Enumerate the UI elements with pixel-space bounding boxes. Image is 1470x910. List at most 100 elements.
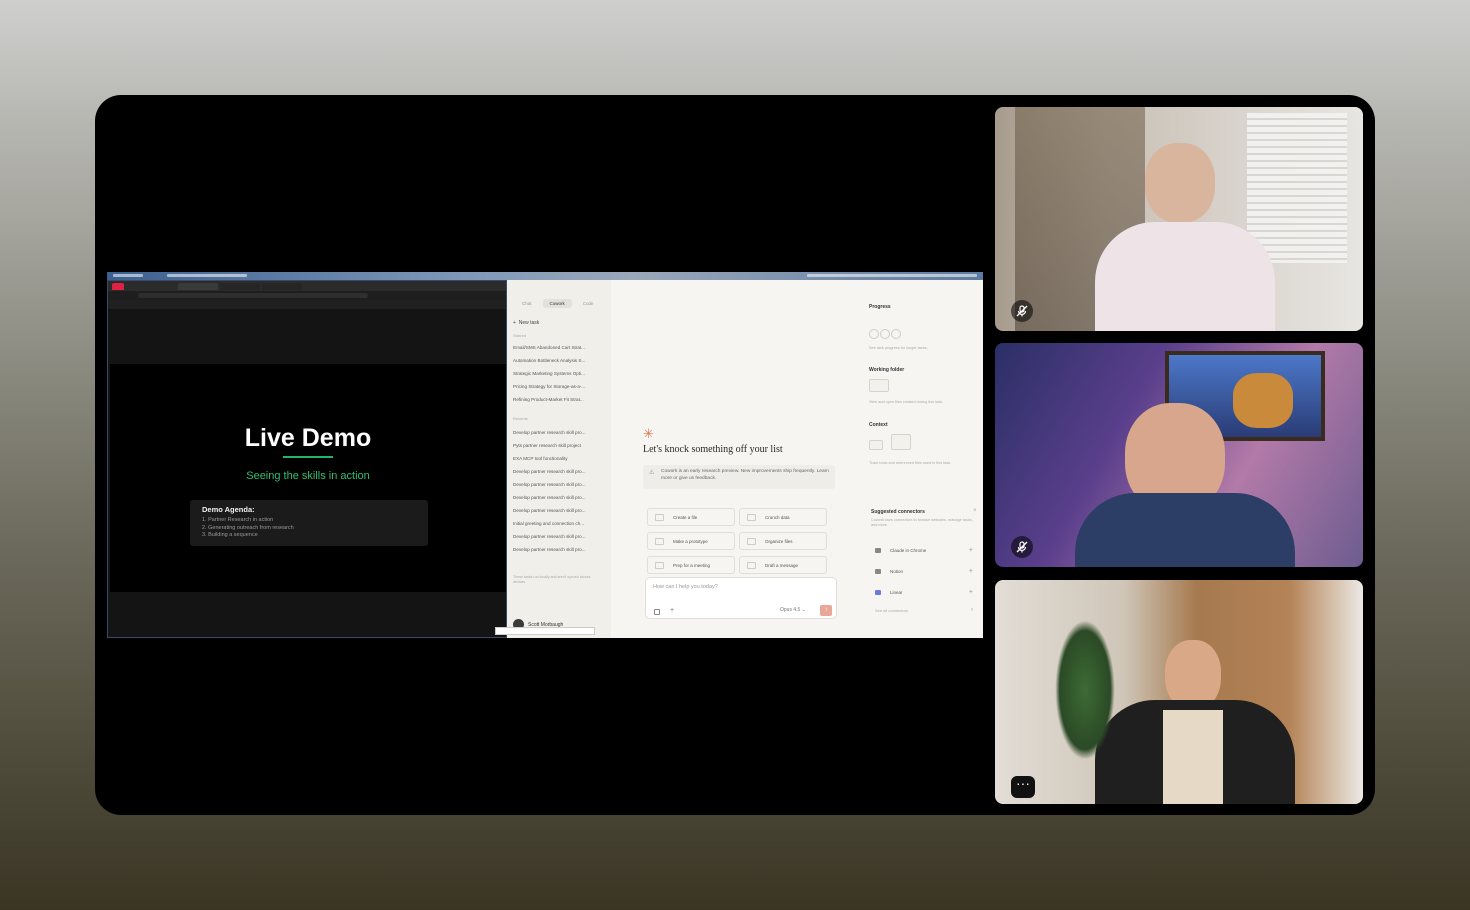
tooltip-popup [495,627,595,635]
recents-label: Recents [513,416,528,421]
connector-claude-chrome[interactable]: Claude in Chrome + [875,547,973,554]
progress-step-icon [891,329,901,339]
address-bar[interactable] [108,291,506,300]
new-task-button[interactable]: + New task [513,320,539,326]
progress-step-icon [880,329,890,339]
shared-screen: Live Demo Seeing the skills in action De… [107,272,983,638]
chip-organize-files[interactable]: Organize files [739,532,827,550]
notion-icon [875,569,881,575]
sidebar-item-recent[interactable]: Develop partner research skill pro... [513,482,609,487]
progress-text: See task progress for longer tasks. [869,346,928,350]
context-file-icon [891,434,911,450]
meeting-window: Live Demo Seeing the skills in action De… [95,95,1375,815]
add-icon[interactable]: + [969,568,973,575]
progress-title: Progress [869,304,891,310]
mac-menu-bar [107,272,983,280]
linear-icon [875,590,881,596]
task-info-panel: Progress See task progress for longer ta… [869,280,981,638]
notice-text: Cowork is an early research preview. New… [661,469,829,481]
folder-icon [747,538,756,545]
browser-window: Live Demo Seeing the skills in action De… [107,280,507,638]
chip-prep-meeting[interactable]: Prep for a meeting [647,556,735,574]
sidebar-item-recent[interactable]: Develop partner research skill pro... [513,469,609,474]
sidebar-item-recent[interactable]: Develop partner research skill pro... [513,508,609,513]
working-folder-title: Working folder [869,367,905,373]
chip-draft-message[interactable]: Draft a message [739,556,827,574]
chip-make-prototype[interactable]: Make a prototype [647,532,735,550]
see-all-connectors-link[interactable]: See all connectors › [875,607,973,613]
slide-title: Live Demo [244,424,372,452]
chip-crunch-data[interactable]: Crunch data [739,508,827,526]
chip-label: Draft a message [765,562,799,568]
mic-off-icon [1011,300,1033,322]
progress-step-icon [869,329,879,339]
participant-video-2[interactable] [995,343,1363,567]
connector-label: Notion [890,569,904,574]
folder-icon[interactable] [869,379,889,392]
chip-label: Crunch data [765,514,790,520]
more-options-icon[interactable]: ··· [1011,776,1035,798]
participant-video-3[interactable]: ··· [995,580,1363,804]
sidebar-item-recent[interactable]: Pyts partner research skill project [513,443,609,448]
chip-label: Create a file [673,514,698,520]
prototype-icon [655,538,664,545]
sidebar-note: These tasks run locally and aren't synce… [513,575,591,584]
model-selector[interactable]: Opus 4.5 ⌄ [780,607,806,613]
sidebar-item-recent[interactable]: Develop partner research skill pro... [513,430,609,435]
warning-icon: ⚠ [649,470,655,476]
starred-label: Starred [513,333,527,338]
sidebar-item-recent[interactable]: Develop partner research skill pro... [513,534,609,539]
connectors-text: Cowork uses connectors to browse website… [871,518,973,527]
tab-chat[interactable]: Chat [515,299,539,308]
new-task-label: New task [518,320,540,326]
sidebar-item-starred[interactable]: Automation Bottleneck Analysis S... [513,358,609,363]
chip-label: Make a prototype [673,538,708,544]
app-sidebar: Chat Cowork Code + New task Starred Emai… [495,280,611,638]
browser-tabs[interactable] [108,281,506,291]
add-icon[interactable]: + [969,547,973,554]
agenda-box: Demo Agenda: 1. Partner Research in acti… [190,500,428,546]
preview-notice: ⚠ Cowork is an early research preview. N… [643,465,835,489]
sidebar-item-recent[interactable]: Develop partner research skill pro... [513,547,609,552]
chip-create-file[interactable]: Create a file [647,508,735,526]
calendar-icon [655,562,664,569]
sidebar-item-recent[interactable]: Initial greeting and connection ch... [513,521,609,526]
context-file-icon [869,440,883,450]
cowork-app: Chat Cowork Code + New task Starred Emai… [495,280,983,638]
message-icon [747,562,756,569]
sidebar-item-starred[interactable]: Refining Product-Market Fit Strat... [513,397,609,402]
send-button[interactable]: ↑ [820,605,832,616]
participant-video-1[interactable] [995,107,1363,331]
prompt-input[interactable]: How can I help you today? + Opus 4.5 ⌄ ↑ [645,577,837,619]
mode-tabs: Chat Cowork Code [515,299,601,308]
title-underline [283,456,333,458]
sidebar-item-starred[interactable]: Email/SMS Abandoned Cart Strat... [513,345,609,350]
close-icon[interactable]: × [973,508,977,514]
tab-code[interactable]: Code [576,299,601,308]
working-folder-text: View and open files created during this … [869,400,944,404]
agenda-item: 3. Building a sequence [202,532,258,538]
add-icon[interactable]: + [969,589,973,596]
sidebar-item-starred[interactable]: Strategic Marketing Systems Opti... [513,371,609,376]
chip-label: Prep for a meeting [673,562,711,568]
context-text: Track tools and referenced files used in… [869,461,952,465]
file-icon [655,514,664,521]
agenda-item: 2. Generating outreach from research [202,524,294,531]
presentation-slide: Live Demo Seeing the skills in action De… [110,364,506,592]
sidebar-item-starred[interactable]: Pricing Strategy for Storage-as-a-... [513,384,609,389]
model-label: Opus 4.5 [780,607,801,613]
connector-notion[interactable]: Notion + [875,568,973,575]
plus-icon[interactable]: + [670,607,674,614]
prompt-placeholder: How can I help you today? [653,584,718,590]
page-title: Let's knock something off your list [643,444,783,455]
chrome-icon [875,548,881,554]
attach-icon[interactable] [654,609,660,615]
see-all-label: See all connectors [875,608,908,613]
spark-icon: ✳ [643,426,654,441]
sidebar-item-recent[interactable]: EXA MCP tool functionality [513,456,609,461]
slide-subtitle: Seeing the skills in action [246,470,370,482]
connector-linear[interactable]: Linear + [875,589,973,596]
data-icon [747,514,756,521]
sidebar-item-recent[interactable]: Develop partner research skill pro... [513,495,609,500]
tab-cowork[interactable]: Cowork [542,299,572,308]
